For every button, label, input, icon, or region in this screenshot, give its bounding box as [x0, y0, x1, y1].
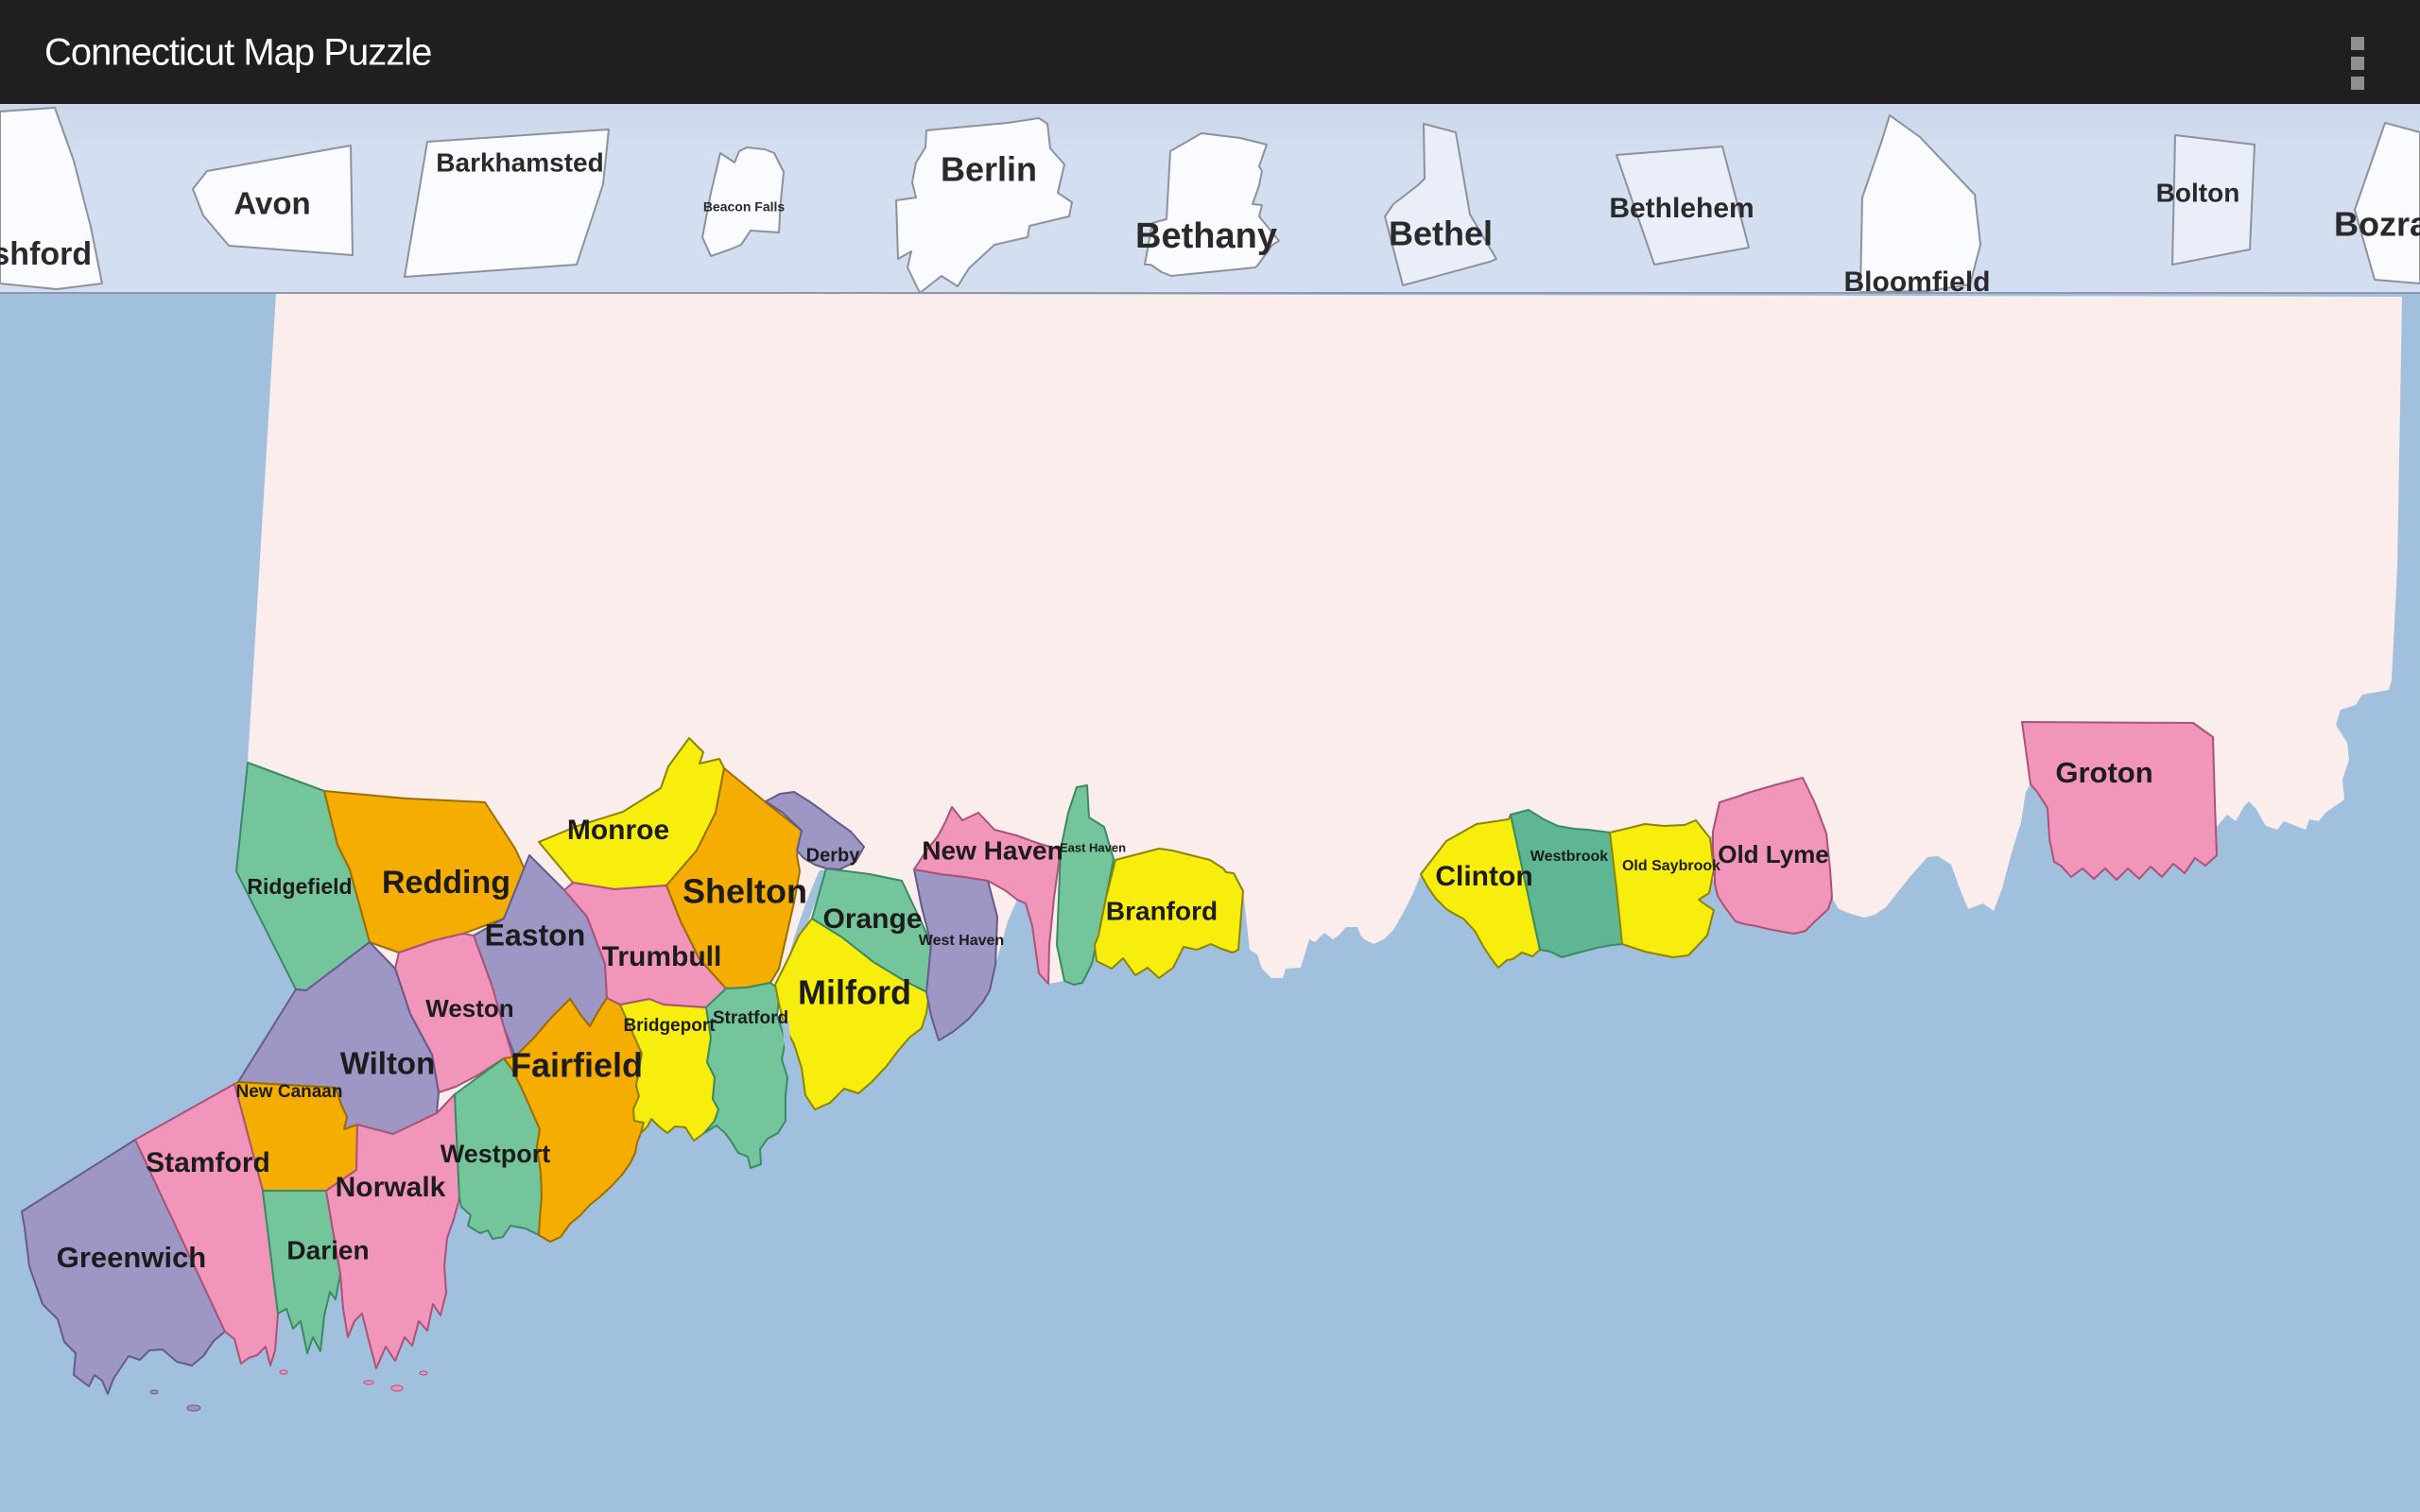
svg-text:Westbrook: Westbrook	[1530, 849, 1608, 865]
svg-text:Greenwich: Greenwich	[57, 1241, 207, 1274]
svg-text:Wilton: Wilton	[340, 1046, 436, 1081]
svg-text:Groton: Groton	[2055, 756, 2152, 789]
svg-text:Monroe: Monroe	[567, 815, 669, 846]
svg-text:Barkhamsted: Barkhamsted	[436, 147, 603, 177]
svg-text:Darien: Darien	[286, 1235, 369, 1264]
svg-text:Stratford: Stratford	[713, 1008, 788, 1028]
svg-text:Beacon Falls: Beacon Falls	[703, 199, 786, 215]
svg-text:Norwalk: Norwalk	[336, 1172, 446, 1203]
svg-text:Shelton: Shelton	[683, 872, 807, 911]
svg-text:Ridgefield: Ridgefield	[247, 874, 352, 899]
svg-text:West Haven: West Haven	[919, 933, 1004, 949]
svg-text:Bloomfield: Bloomfield	[1844, 266, 1991, 298]
svg-text:Orange: Orange	[822, 903, 922, 935]
svg-text:Bozrah: Bozrah	[2334, 205, 2420, 244]
svg-text:Berlin: Berlin	[941, 150, 1037, 189]
svg-text:Easton: Easton	[485, 918, 586, 952]
svg-text:Ashford: Ashford	[0, 236, 92, 272]
svg-text:Branford: Branford	[1106, 896, 1218, 925]
svg-text:New Haven: New Haven	[922, 835, 1063, 865]
svg-text:Redding: Redding	[382, 865, 510, 901]
svg-text:Clinton: Clinton	[1435, 861, 1532, 892]
svg-text:Bethel: Bethel	[1389, 215, 1493, 253]
svg-text:New Canaan: New Canaan	[236, 1082, 343, 1102]
svg-text:Bridgeport: Bridgeport	[623, 1016, 716, 1036]
svg-text:Old Lyme: Old Lyme	[1718, 840, 1829, 868]
svg-text:Bethany: Bethany	[1135, 216, 1277, 256]
svg-text:Avon: Avon	[233, 186, 310, 221]
svg-text:Bolton: Bolton	[2156, 178, 2240, 207]
svg-text:Bethlehem: Bethlehem	[1609, 193, 1754, 224]
svg-text:Westport: Westport	[441, 1140, 551, 1168]
svg-text:Trumbull: Trumbull	[602, 941, 722, 972]
svg-text:Connecticut Map Puzzle: Connecticut Map Puzzle	[44, 32, 431, 74]
svg-text:Derby: Derby	[806, 845, 861, 866]
svg-text:Milford: Milford	[798, 973, 911, 1012]
svg-text:Weston: Weston	[425, 994, 513, 1022]
svg-text:Old Saybrook: Old Saybrook	[1622, 858, 1720, 874]
svg-text:East Haven: East Haven	[1060, 840, 1126, 854]
svg-text:Fairfield: Fairfield	[510, 1046, 643, 1085]
svg-text:Stamford: Stamford	[146, 1147, 270, 1178]
